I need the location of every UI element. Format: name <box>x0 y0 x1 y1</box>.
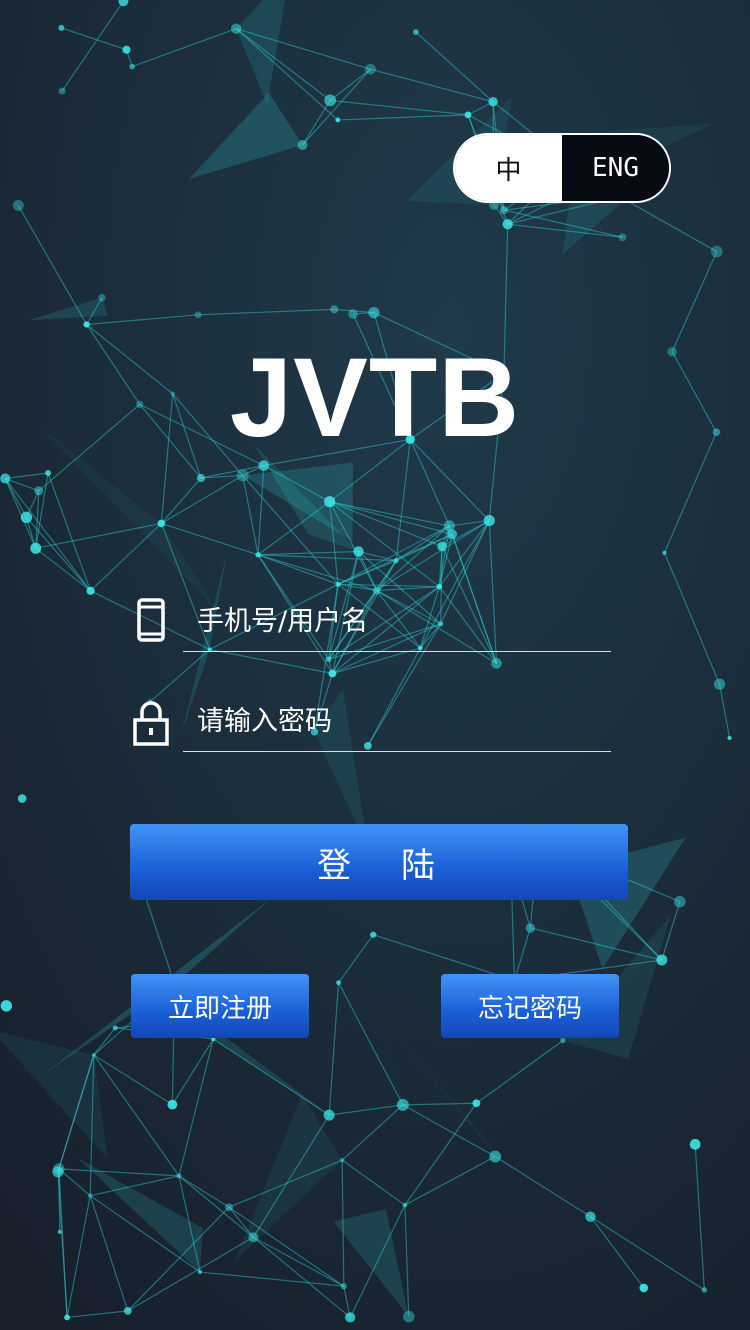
lock-icon <box>133 701 169 746</box>
password-input[interactable] <box>195 698 599 744</box>
language-toggle[interactable]: 中 ENG <box>455 135 669 201</box>
username-underline <box>183 651 611 652</box>
phone-icon <box>137 598 165 642</box>
register-button[interactable]: 立即注册 <box>131 974 309 1038</box>
password-field <box>133 692 611 752</box>
username-field <box>133 592 611 652</box>
username-input[interactable] <box>195 598 599 644</box>
password-underline <box>183 751 611 752</box>
forgot-password-button[interactable]: 忘记密码 <box>441 974 619 1038</box>
language-option-chinese[interactable]: 中 <box>455 135 562 201</box>
login-button[interactable]: 登陆 <box>130 824 628 900</box>
app-logo: JVTB <box>229 335 521 460</box>
language-option-english[interactable]: ENG <box>562 135 669 201</box>
